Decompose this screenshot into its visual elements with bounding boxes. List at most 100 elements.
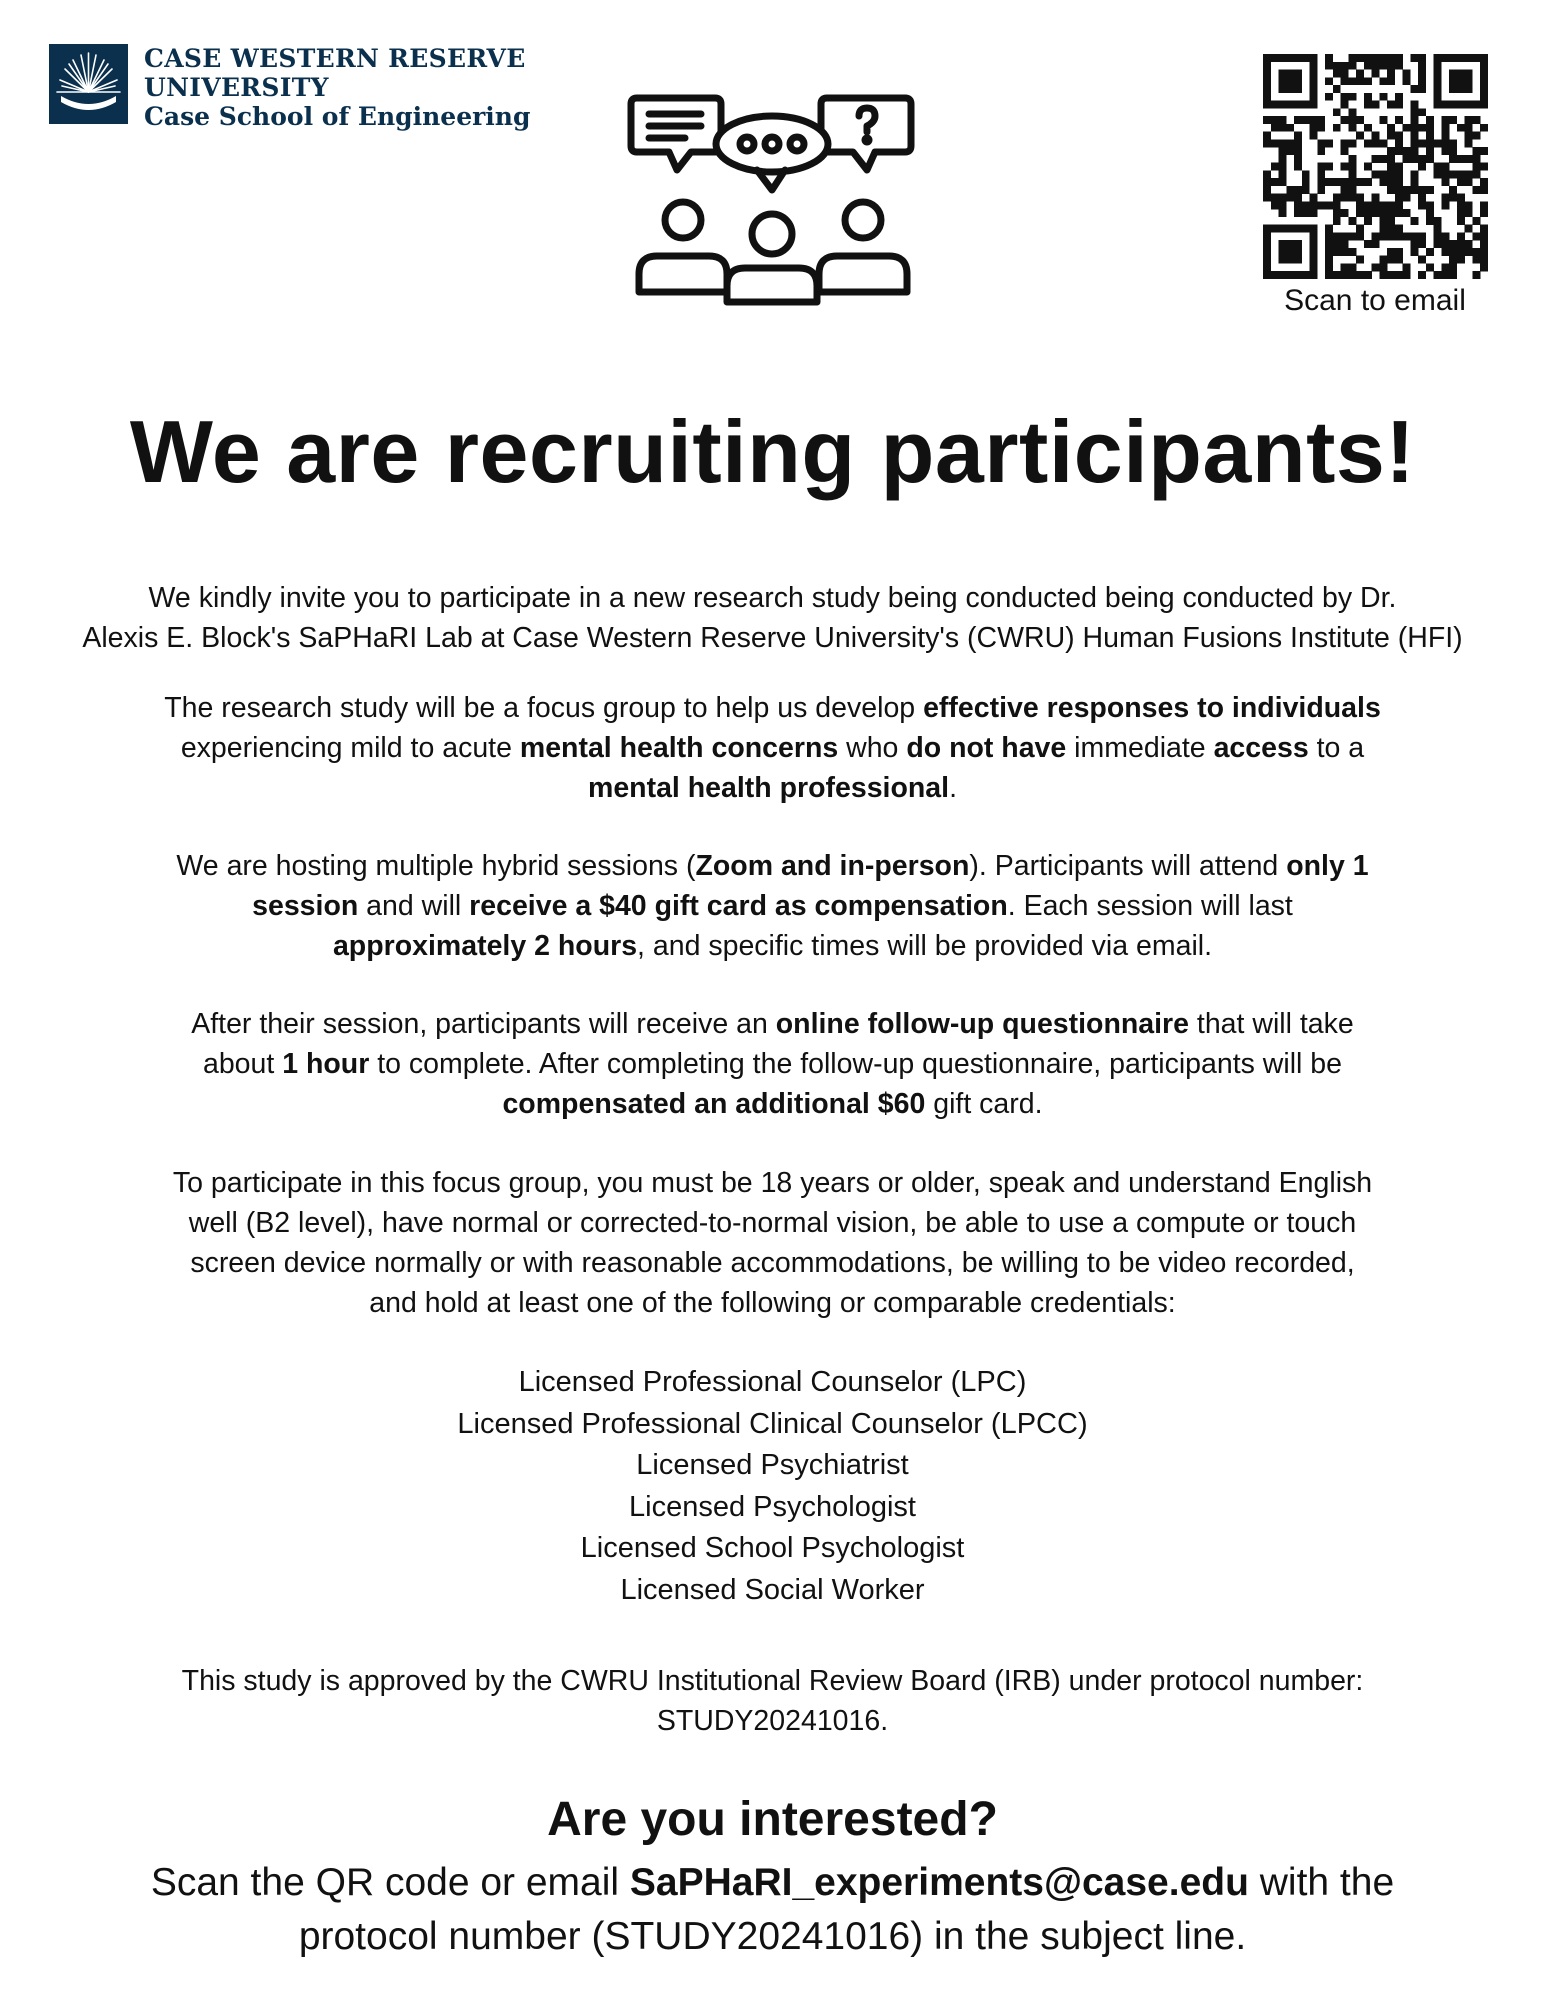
qr-module	[1278, 255, 1287, 264]
qr-module	[1387, 247, 1396, 256]
qr-module	[1410, 108, 1419, 117]
sessions-emphasis: only 1	[1286, 850, 1369, 882]
qr-code-icon[interactable]	[1263, 54, 1488, 279]
qr-module	[1480, 77, 1488, 86]
qr-module	[1286, 77, 1295, 86]
qr-module	[1394, 54, 1403, 62]
purpose-text: to a	[1308, 732, 1365, 764]
qr-module	[1278, 201, 1287, 210]
cta-text-part: Scan the QR code or email	[150, 1861, 630, 1904]
qr-module	[1356, 193, 1365, 202]
qr-module	[1332, 108, 1341, 117]
qr-module	[1379, 255, 1388, 264]
qr-module	[1449, 255, 1458, 264]
purpose-emphasis: mental health concerns	[519, 732, 839, 764]
qr-module	[1394, 247, 1403, 256]
qr-module	[1464, 69, 1473, 78]
qr-module	[1325, 255, 1333, 264]
credential-item: Licensed Psychologist	[629, 1490, 916, 1523]
qr-module	[1387, 100, 1396, 109]
qr-module	[1387, 185, 1396, 194]
purpose-paragraph: The research study will be a focus group…	[0, 688, 1545, 808]
qr-module	[1449, 271, 1458, 279]
qr-module	[1270, 139, 1279, 148]
purpose-text: immediate	[1066, 732, 1214, 764]
qr-module	[1464, 178, 1473, 187]
qr-module	[1387, 170, 1396, 179]
sessions-text: ). Participants will attend	[969, 850, 1287, 882]
qr-module	[1480, 255, 1488, 264]
eligibility-line-1: To participate in this focus group, you …	[172, 1167, 1373, 1199]
followup-emphasis: compensated an additional $60	[502, 1088, 926, 1120]
qr-module	[1387, 123, 1396, 132]
qr-module	[1425, 116, 1434, 124]
intro-line-1: We kindly invite you to participate in a…	[148, 582, 1397, 614]
qr-module	[1263, 85, 1271, 93]
qr-module	[1278, 209, 1287, 218]
qr-module	[1270, 54, 1279, 62]
qr-module	[1356, 116, 1365, 124]
qr-module	[1464, 154, 1473, 163]
qr-module	[1294, 193, 1302, 202]
qr-module	[1441, 131, 1450, 140]
qr-module	[1480, 54, 1488, 62]
qr-module	[1441, 170, 1450, 179]
qr-module	[1410, 131, 1419, 140]
eligibility-line-3: screen device normally or with reasonabl…	[190, 1247, 1355, 1279]
irb-line-2: STUDY20241016.	[656, 1705, 889, 1737]
qr-module	[1348, 139, 1357, 148]
sessions-paragraph: We are hosting multiple hybrid sessions …	[0, 846, 1545, 966]
qr-module	[1371, 209, 1380, 218]
qr-module	[1340, 147, 1349, 156]
qr-module	[1263, 69, 1271, 78]
qr-module	[1286, 255, 1295, 264]
qr-module	[1286, 100, 1295, 109]
contact-email-link[interactable]: SaPHaRI_experiments@case.edu	[630, 1861, 1249, 1904]
qr-module	[1433, 162, 1442, 171]
qr-module	[1480, 178, 1488, 187]
qr-module	[1294, 224, 1302, 233]
qr-module	[1317, 170, 1326, 179]
qr-module	[1464, 247, 1473, 256]
qr-module	[1387, 201, 1396, 210]
qr-module	[1309, 201, 1318, 210]
qr-module	[1294, 271, 1302, 279]
qr-module	[1394, 271, 1403, 279]
qr-module	[1394, 178, 1403, 187]
qr-module	[1418, 201, 1427, 210]
qr-module	[1332, 216, 1341, 225]
qr-module	[1472, 170, 1481, 179]
qr-module	[1294, 154, 1302, 163]
qr-module	[1294, 77, 1302, 86]
qr-module	[1263, 263, 1271, 272]
qr-module	[1480, 201, 1488, 210]
qr-module	[1309, 100, 1318, 109]
qr-module	[1348, 263, 1357, 272]
qr-module	[1418, 139, 1427, 148]
qr-module	[1309, 224, 1318, 233]
qr-module	[1278, 162, 1287, 171]
qr-module	[1379, 154, 1388, 163]
qr-module	[1325, 92, 1333, 101]
qr-module	[1449, 240, 1458, 249]
qr-module	[1356, 201, 1365, 210]
qr-module	[1425, 209, 1434, 218]
qr-module	[1379, 61, 1388, 70]
qr-module	[1270, 100, 1279, 109]
qr-module	[1309, 116, 1318, 124]
qr-module	[1394, 209, 1403, 218]
qr-module	[1472, 185, 1481, 194]
qr-module	[1301, 100, 1310, 109]
qr-module	[1402, 232, 1411, 241]
qr-module	[1379, 178, 1388, 187]
qr-module	[1332, 201, 1341, 210]
qr-module	[1394, 147, 1403, 156]
qr-module	[1480, 240, 1488, 249]
qr-module	[1418, 123, 1427, 132]
qr-module	[1449, 77, 1458, 86]
qr-module	[1286, 240, 1295, 249]
qr-module	[1309, 61, 1318, 70]
qr-module	[1480, 61, 1488, 70]
qr-module	[1472, 271, 1481, 279]
qr-module	[1278, 116, 1287, 124]
